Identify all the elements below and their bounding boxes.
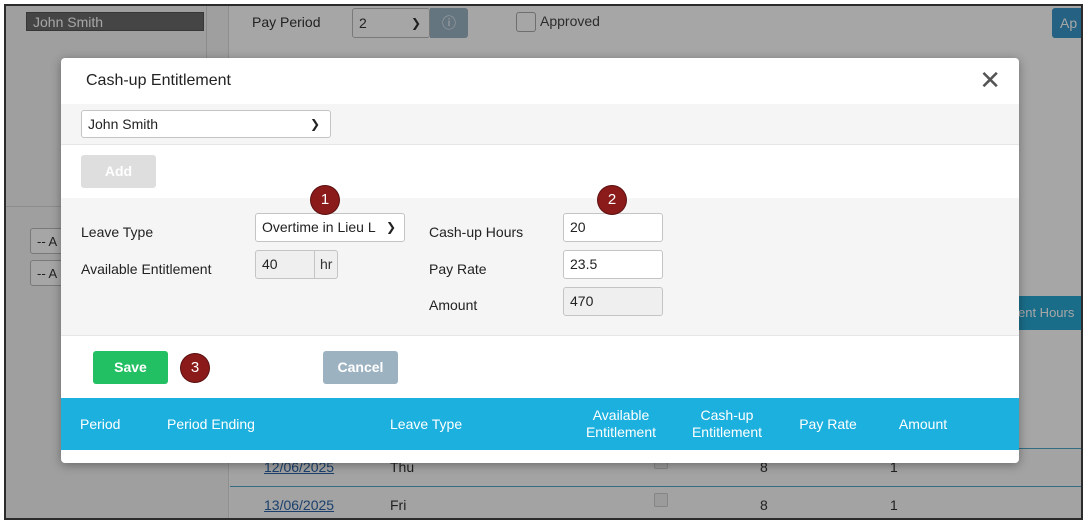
- column-header-amount: Amount: [898, 415, 948, 432]
- column-header-pay-rate: Pay Rate: [799, 415, 857, 432]
- annotation-marker-1: 1: [311, 186, 339, 214]
- employee-select-value: John Smith: [88, 116, 159, 132]
- column-header-cashup-entitlement: Cash-up Entitlement: [682, 398, 772, 450]
- pay-rate-input[interactable]: 23.5: [563, 250, 663, 279]
- available-entitlement-field: 40: [255, 250, 315, 279]
- cashup-hours-input[interactable]: 20: [563, 213, 663, 242]
- column-header-period: Period: [80, 415, 121, 432]
- employee-strip: John Smith ❯: [61, 104, 1019, 145]
- add-button[interactable]: Add: [81, 155, 156, 188]
- available-entitlement-unit: hr: [315, 250, 339, 279]
- header-available-line-1: Available: [592, 407, 650, 423]
- column-header-period-ending: Period Ending: [167, 415, 255, 432]
- annotation-marker-3: 3: [181, 354, 209, 382]
- cashup-entitlement-modal: Cash-up Entitlement ✕ John Smith ❯ Add L…: [61, 58, 1019, 463]
- cancel-button[interactable]: Cancel: [323, 351, 398, 384]
- amount-field: 470: [563, 287, 663, 316]
- modal-header: Cash-up Entitlement ✕: [61, 58, 1019, 105]
- save-button[interactable]: Save: [93, 351, 168, 384]
- leave-type-select[interactable]: Overtime in Lieu L ❯: [255, 213, 405, 242]
- header-cashup-line-2: Entitlement: [691, 424, 763, 440]
- leave-type-label: Leave Type: [81, 224, 154, 240]
- cashup-hours-label: Cash-up Hours: [429, 224, 524, 240]
- chevron-down-icon: ❯: [309, 117, 320, 131]
- column-header-available-entitlement: Available Entitlement: [576, 398, 666, 450]
- header-available-line-2: Entitlement: [585, 424, 657, 440]
- entitlement-table-header: Period Period Ending Leave Type Availabl…: [61, 398, 1019, 450]
- leave-type-value: Overtime in Lieu L: [262, 219, 376, 235]
- annotation-marker-2: 2: [598, 186, 626, 214]
- employee-select[interactable]: John Smith ❯: [81, 110, 331, 138]
- chevron-down-icon: ❯: [383, 214, 396, 241]
- header-cashup-line-1: Cash-up: [700, 407, 754, 423]
- add-strip: Add: [61, 144, 1019, 199]
- entitlement-form: Leave Type Overtime in Lieu L ❯ Availabl…: [61, 198, 1019, 336]
- available-entitlement-label: Available Entitlement: [81, 261, 212, 277]
- close-icon[interactable]: ✕: [979, 66, 1001, 94]
- window-frame: John Smith -- A -- A Pay Period 2 ❯ ⓘ Ap…: [4, 4, 1083, 520]
- pay-rate-label: Pay Rate: [429, 261, 487, 277]
- column-header-leave-type: Leave Type: [390, 415, 463, 432]
- modal-title: Cash-up Entitlement: [86, 72, 231, 89]
- amount-label: Amount: [429, 297, 478, 313]
